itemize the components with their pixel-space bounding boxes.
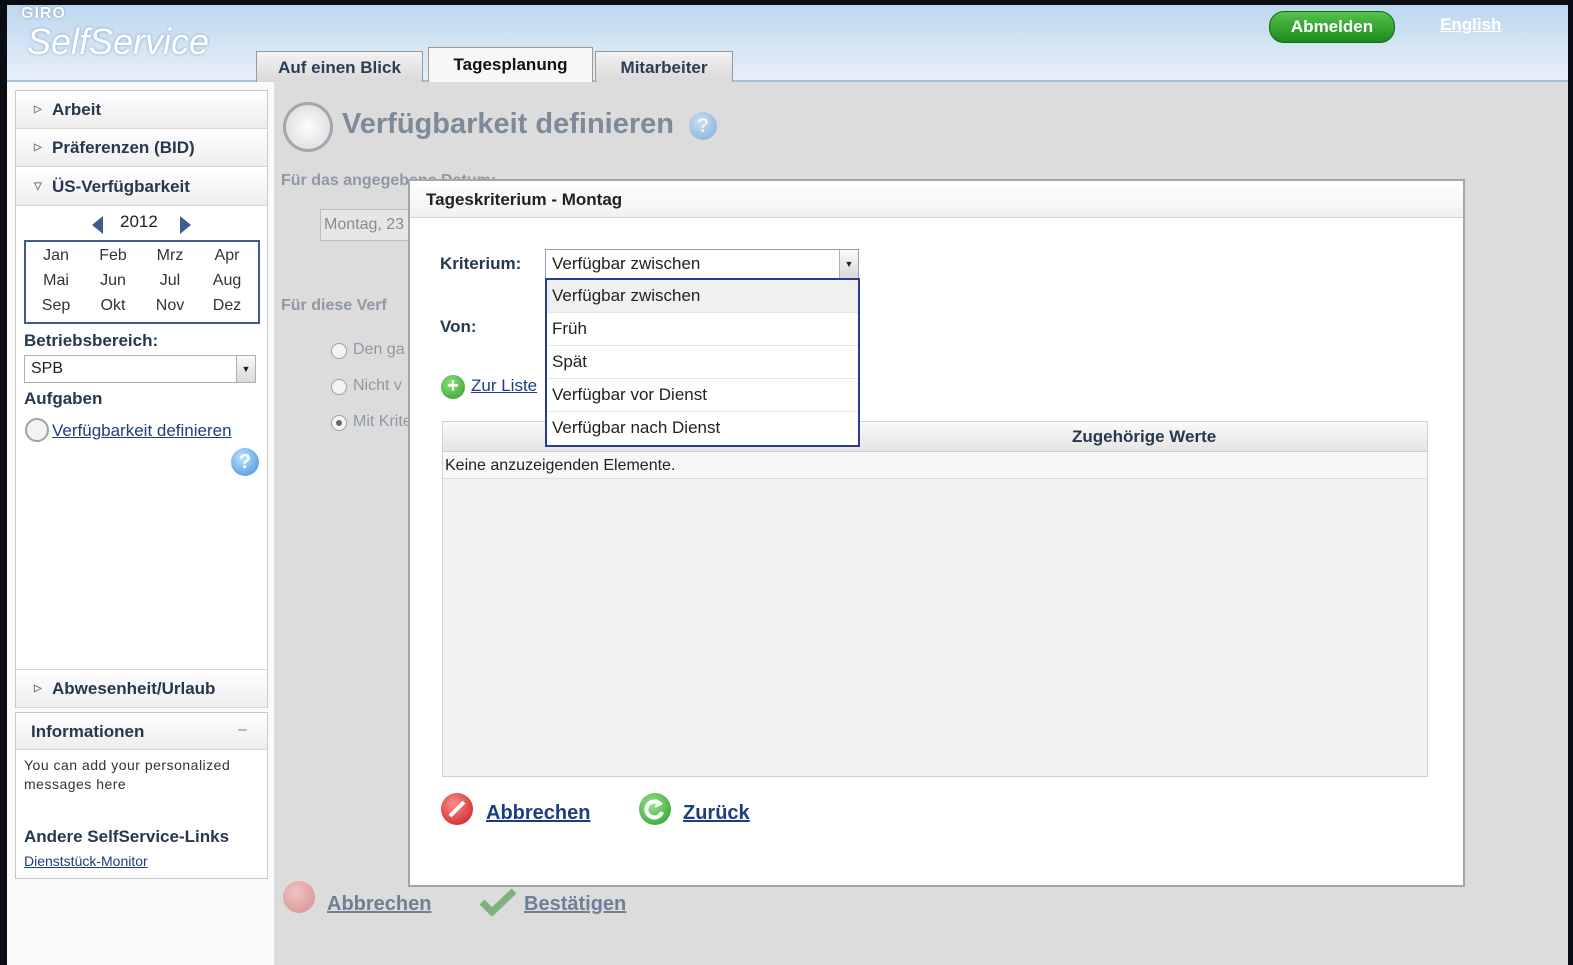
monitor-link[interactable]: Dienststück-Monitor <box>24 853 148 869</box>
month-nov[interactable]: Nov <box>142 297 198 315</box>
next-year-icon[interactable] <box>180 216 191 234</box>
chevron-down-icon: ▽ <box>34 181 42 192</box>
help-icon[interactable]: ? <box>689 112 717 140</box>
cancel-icon[interactable] <box>283 881 315 913</box>
checkmark-icon <box>479 888 517 917</box>
option-verfuegbar-zwischen[interactable]: Verfügbar zwischen <box>547 280 858 313</box>
app-window: GIRO SelfService Abmelden English Auf ei… <box>7 5 1568 965</box>
cancel-icon[interactable] <box>441 793 473 825</box>
option-label: Verfügbar nach Dienst <box>552 418 721 437</box>
sidebar-item-abwesenheit[interactable]: ▷ Abwesenheit/Urlaub <box>16 669 267 708</box>
criterion-dropdown-list: Verfügbar zwischen Früh Spät Verfügbar v… <box>545 278 860 447</box>
clock-icon <box>283 102 333 152</box>
sidebar-item-label: Präferenzen (BID) <box>52 138 195 157</box>
month-sep[interactable]: Sep <box>28 297 84 315</box>
section-label: Für diese Verf <box>281 297 387 314</box>
cancel-button[interactable]: Abbrechen <box>327 893 431 916</box>
option-nach-dienst[interactable]: Verfügbar nach Dienst <box>547 412 858 444</box>
dialog-title-bar: Tageskriterium - Montag <box>410 181 1463 218</box>
option-spaet[interactable]: Spät <box>547 346 858 379</box>
radio-label: Mit Krite <box>353 413 412 430</box>
logout-button[interactable]: Abmelden <box>1269 11 1395 43</box>
year-label: 2012 <box>120 212 158 231</box>
add-icon[interactable]: + <box>441 375 465 399</box>
criterion-select-value: Verfügbar zwischen <box>552 254 701 273</box>
language-link[interactable]: English <box>1440 15 1501 35</box>
back-icon[interactable] <box>639 793 671 825</box>
radio-not-available[interactable] <box>331 379 347 395</box>
month-okt[interactable]: Okt <box>85 297 141 315</box>
option-label: Früh <box>552 319 587 338</box>
option-label: Verfügbar zwischen <box>552 286 701 305</box>
month-jul[interactable]: Jul <box>142 272 198 290</box>
criterion-select[interactable]: Verfügbar zwischen ▼ <box>545 249 859 279</box>
chevron-right-icon: ▷ <box>34 683 42 694</box>
option-vor-dienst[interactable]: Verfügbar vor Dienst <box>547 379 858 412</box>
confirm-button[interactable]: Bestätigen <box>524 893 626 916</box>
month-mai[interactable]: Mai <box>28 272 84 290</box>
info-title: Informationen <box>31 722 145 741</box>
clock-icon <box>25 418 49 442</box>
option-label: Spät <box>552 352 587 371</box>
month-jun[interactable]: Jun <box>85 272 141 290</box>
month-mrz[interactable]: Mrz <box>142 247 198 265</box>
month-dez[interactable]: Dez <box>199 297 255 315</box>
column-header-values: Zugehörige Werte <box>1072 427 1217 446</box>
dialog-cancel-button[interactable]: Abbrechen <box>486 802 590 825</box>
info-message: You can add your personalized messages h… <box>24 757 231 792</box>
sidebar: ▷ Arbeit ▷ Präferenzen (BID) ▽ ÜS-Verfüg… <box>7 82 274 965</box>
date-field[interactable]: Montag, 23 <box>320 209 422 241</box>
table-row: Keine anzuzeigenden Elemente. <box>443 452 1427 479</box>
criterion-label: Kriterium: <box>440 254 522 273</box>
tab-mitarbeiter[interactable]: Mitarbeiter <box>595 51 733 82</box>
radio-label: Nicht v <box>353 377 402 394</box>
chevron-right-icon: ▷ <box>34 142 42 153</box>
links-title: Andere SelfService-Links <box>24 827 230 846</box>
tab-tagesplanung[interactable]: Tagesplanung <box>428 47 593 84</box>
selfservice-logo: SelfService <box>27 21 210 62</box>
dialog-back-button[interactable]: Zurück <box>683 802 750 825</box>
option-label: Verfügbar vor Dienst <box>552 385 707 404</box>
dropdown-arrow-icon[interactable]: ▼ <box>839 250 858 278</box>
task-link-verfuegbarkeit[interactable]: Verfügbarkeit definieren <box>52 421 232 441</box>
sidebar-item-arbeit[interactable]: ▷ Arbeit <box>16 91 267 129</box>
sidebar-item-label: Abwesenheit/Urlaub <box>52 679 216 698</box>
sidebar-item-label: Arbeit <box>52 100 102 119</box>
month-feb[interactable]: Feb <box>85 247 141 265</box>
month-aug[interactable]: Aug <box>199 272 255 290</box>
chevron-right-icon: ▷ <box>34 104 42 115</box>
area-select-value: SPB <box>31 360 64 377</box>
collapse-icon[interactable]: – <box>238 721 247 739</box>
header-bar: GIRO SelfService Abmelden English Auf ei… <box>7 5 1568 84</box>
from-label: Von: <box>440 317 477 336</box>
radio-label: Den ga <box>353 341 405 358</box>
dropdown-arrow-icon[interactable]: ▼ <box>236 356 255 382</box>
month-apr[interactable]: Apr <box>199 247 255 265</box>
tab-auf-einen-blick[interactable]: Auf einen Blick <box>256 51 423 82</box>
tasks-label: Aufgaben <box>24 389 103 408</box>
sidebar-item-label: ÜS-Verfügbarkeit <box>52 177 190 196</box>
radio-with-criteria[interactable] <box>331 415 347 431</box>
empty-message: Keine anzuzeigenden Elemente. <box>445 457 676 474</box>
navigation-panel: ▷ Arbeit ▷ Präferenzen (BID) ▽ ÜS-Verfüg… <box>15 90 268 708</box>
radio-whole-day[interactable] <box>331 343 347 359</box>
sidebar-item-praeferenzen[interactable]: ▷ Präferenzen (BID) <box>16 129 267 167</box>
info-panel: Informationen – You can add your persona… <box>15 712 268 879</box>
date-value: Montag, 23 <box>324 216 405 233</box>
year-selector: 2012 <box>16 209 267 239</box>
day-criteria-dialog: Tageskriterium - Montag Kriterium: Verfü… <box>408 179 1465 887</box>
page-title: Verfügbarkeit definieren <box>342 108 674 140</box>
dialog-title: Tageskriterium - Montag <box>426 190 623 209</box>
info-panel-header: Informationen – <box>16 713 267 750</box>
help-icon[interactable]: ? <box>231 448 259 476</box>
prev-year-icon[interactable] <box>92 216 103 234</box>
values-grid: Zugehörige Werte Keine anzuzeigenden Ele… <box>442 421 1428 777</box>
area-select[interactable]: SPB ▼ <box>24 355 256 383</box>
option-frueh[interactable]: Früh <box>547 313 858 346</box>
area-label: Betriebsbereich: <box>24 331 159 350</box>
month-grid: Jan Feb Mrz Apr Mai Jun Jul Aug Sep Okt … <box>24 240 260 324</box>
add-to-list-link[interactable]: Zur Liste <box>471 376 537 396</box>
sidebar-item-us-verfuegbarkeit[interactable]: ▽ ÜS-Verfügbarkeit <box>16 168 267 206</box>
month-jan[interactable]: Jan <box>28 247 84 265</box>
